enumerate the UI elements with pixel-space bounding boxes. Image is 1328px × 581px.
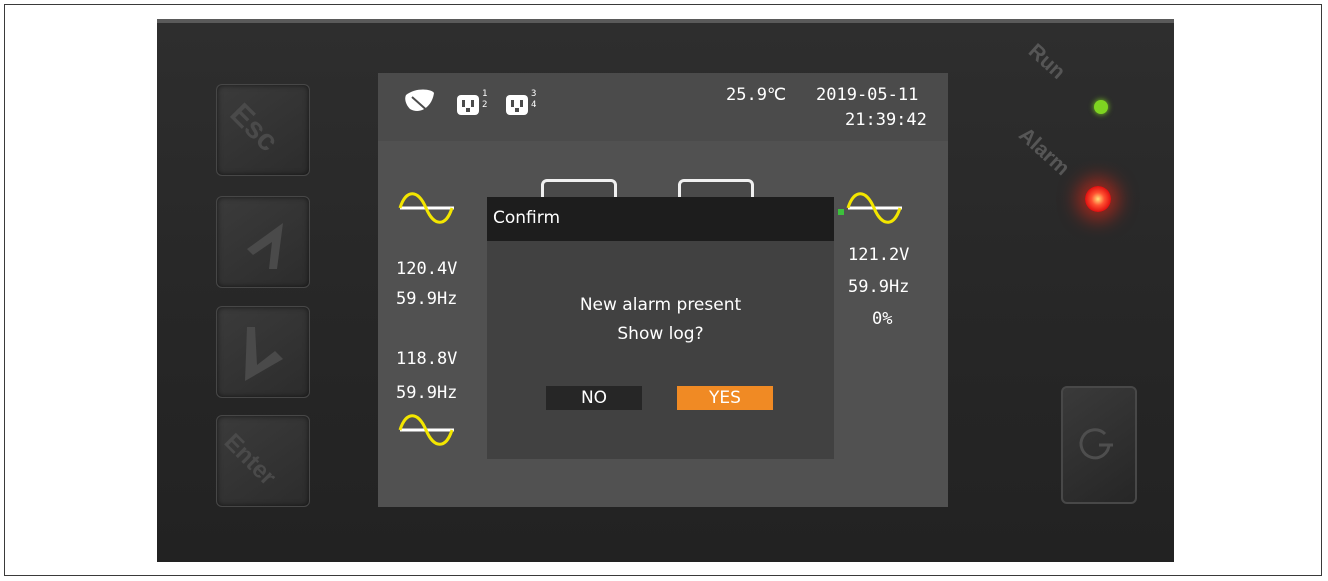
lcd-screen: 1 2 3 4 25.9℃ 2019-05-11 21:39:42 120.4V…	[378, 73, 948, 507]
date-readout: 2019-05-11	[816, 85, 919, 105]
enter-key-label: Enter	[218, 428, 282, 491]
esc-key-label: Esc	[223, 97, 285, 159]
input-sine-wave-icon	[398, 192, 454, 224]
input-voltage-2: 118.8V	[396, 349, 458, 369]
run-led	[1094, 100, 1108, 114]
outlet-number-2: 2	[482, 100, 488, 110]
arrow-up-icon	[247, 223, 283, 269]
dialog-title-bar: Confirm	[487, 197, 834, 241]
no-button[interactable]: NO	[546, 386, 642, 410]
temperature-readout: 25.9℃	[726, 85, 787, 105]
esc-key[interactable]: Esc	[216, 84, 310, 176]
bypass-sine-wave-icon	[398, 414, 454, 446]
enter-key[interactable]: Enter	[216, 415, 310, 507]
output-frequency: 59.9Hz	[848, 277, 910, 297]
dialog-title: Confirm	[493, 208, 561, 228]
outlet-number-4: 4	[531, 100, 537, 110]
flow-indicator	[838, 209, 844, 215]
alarm-led	[1085, 186, 1111, 212]
power-button[interactable]	[1061, 386, 1137, 504]
power-icon	[1079, 428, 1113, 460]
output-voltage: 121.2V	[848, 245, 910, 265]
arrow-down-icon	[245, 327, 283, 381]
input-frequency-1: 59.9Hz	[396, 289, 458, 309]
outlet-number-1: 1	[482, 89, 488, 99]
up-key[interactable]	[216, 196, 310, 288]
panel-top-edge	[157, 19, 1174, 23]
outlet-status-icon	[457, 95, 528, 115]
eco-leaf-icon	[405, 89, 434, 114]
time-readout: 21:39:42	[845, 110, 927, 130]
yes-button[interactable]: YES	[677, 386, 773, 410]
confirm-dialog: Confirm New alarm present Show log? NO Y…	[487, 197, 834, 459]
down-key[interactable]	[216, 306, 310, 398]
output-load: 0%	[872, 309, 893, 329]
output-sine-wave-icon	[846, 192, 902, 224]
dialog-message-line1: New alarm present	[579, 295, 742, 315]
input-frequency-2: 59.9Hz	[396, 383, 458, 403]
input-voltage-1: 120.4V	[396, 259, 458, 279]
dialog-message-line2: Show log?	[617, 324, 704, 344]
outlet-number-3: 3	[531, 89, 537, 99]
